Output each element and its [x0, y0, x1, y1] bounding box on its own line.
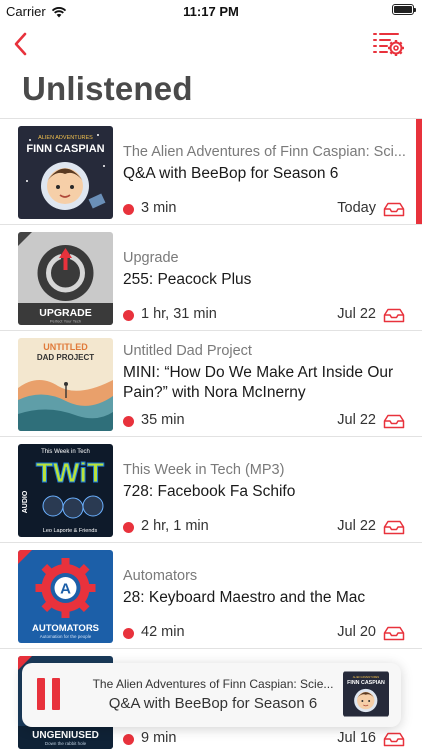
- podcast-name: Automators: [123, 568, 198, 584]
- episode-duration: 35 min: [141, 412, 185, 428]
- podcast-name: This Week in Tech (MP3): [123, 462, 285, 478]
- pause-button[interactable]: [34, 678, 62, 710]
- episode-duration: 3 min: [141, 200, 177, 216]
- pause-icon: [51, 678, 60, 710]
- finn-caspian-art-icon: ALIEN ADVENTURES FINN CASPIAN: [18, 126, 113, 219]
- podcast-artwork: ALIEN ADVENTURES FINN CASPIAN: [18, 126, 113, 219]
- now-playing-artwork[interactable]: ALIEN ADVENTURES FINN CASPIAN: [343, 671, 389, 717]
- list-settings-button[interactable]: [372, 30, 404, 58]
- podcast-artwork: UNTITLED DAD PROJECT: [18, 338, 113, 431]
- inbox-tray-icon[interactable]: [383, 520, 405, 535]
- episode-title: 255: Peacock Plus: [123, 271, 252, 288]
- svg-text:DAD PROJECT: DAD PROJECT: [37, 353, 94, 362]
- inbox-tray-icon[interactable]: [383, 732, 405, 747]
- episode-title: Q&A with BeeBop for Season 6: [123, 165, 339, 182]
- svg-text:FINN CASPIAN: FINN CASPIAN: [347, 680, 385, 686]
- episode-row[interactable]: UNTITLED DAD PROJECT Untitled Dad Projec…: [0, 330, 422, 436]
- episode-row[interactable]: This Week in Tech TWiT AUDIO Leo Laporte…: [0, 436, 422, 542]
- episode-duration: 42 min: [141, 624, 185, 640]
- podcast-name: Upgrade: [123, 250, 179, 266]
- episode-date: Jul 22: [337, 518, 376, 534]
- episode-row[interactable]: A AUTOMATORS Automation for the people A…: [0, 542, 422, 648]
- svg-text:AUTOMATORS: AUTOMATORS: [32, 623, 99, 634]
- unplayed-dot-icon: [123, 734, 134, 745]
- mini-player[interactable]: The Alien Adventures of Finn Caspian: Sc…: [22, 663, 401, 727]
- status-bar: Carrier 11:17 PM: [0, 0, 422, 22]
- svg-text:TWiT: TWiT: [36, 457, 104, 488]
- episode-duration: 9 min: [141, 730, 177, 746]
- svg-text:ALIEN ADVENTURES: ALIEN ADVENTURES: [38, 135, 93, 141]
- svg-text:Perfect Your Tech: Perfect Your Tech: [50, 319, 81, 324]
- episode-duration: 1 hr, 31 min: [141, 306, 217, 322]
- inbox-tray-icon[interactable]: [383, 414, 405, 429]
- status-right: [392, 4, 416, 15]
- episode-row[interactable]: ALIEN ADVENTURES FINN CASPIAN The Alien …: [0, 118, 422, 225]
- svg-text:UNTITLED: UNTITLED: [43, 342, 88, 352]
- battery-fill: [394, 6, 412, 13]
- episode-date: Today: [337, 200, 376, 216]
- list-settings-icon: [373, 33, 404, 56]
- svg-text:This Week in Tech: This Week in Tech: [41, 449, 90, 455]
- episode-title: 728: Facebook Fa Schifo: [123, 483, 296, 500]
- finn-caspian-art-icon: ALIEN ADVENTURES FINN CASPIAN: [343, 671, 389, 717]
- pause-icon: [36, 678, 45, 710]
- svg-text:UNGENIUSED: UNGENIUSED: [32, 730, 99, 741]
- svg-text:AUDIO: AUDIO: [22, 490, 29, 513]
- page-title: Unlistened: [22, 70, 193, 107]
- svg-text:Automation for the people: Automation for the people: [40, 634, 92, 639]
- untitled-dad-project-art-icon: UNTITLED DAD PROJECT: [18, 338, 113, 431]
- episode-date: Jul 22: [337, 412, 376, 428]
- podcast-artwork: A AUTOMATORS Automation for the people: [18, 550, 113, 643]
- unplayed-dot-icon: [123, 628, 134, 639]
- svg-text:Down the rabbit hole: Down the rabbit hole: [45, 741, 87, 746]
- battery-icon: [392, 4, 416, 15]
- podcast-artwork: This Week in Tech TWiT AUDIO Leo Laporte…: [18, 444, 113, 537]
- podcast-name: The Alien Adventures of Finn Caspian: Sc…: [123, 144, 406, 160]
- svg-text:Leo Laporte & Friends: Leo Laporte & Friends: [43, 528, 98, 534]
- episode-row[interactable]: UPGRADE Perfect Your Tech Upgrade 255: P…: [0, 224, 422, 330]
- twit-art-icon: This Week in Tech TWiT AUDIO Leo Laporte…: [18, 444, 113, 537]
- podcast-name: Untitled Dad Project: [123, 343, 252, 359]
- podcast-artwork: UPGRADE Perfect Your Tech: [18, 232, 113, 325]
- chevron-left-icon: [14, 32, 27, 56]
- episode-date: Jul 20: [337, 624, 376, 640]
- unplayed-dot-icon: [123, 310, 134, 321]
- episode-title: MINI: “How Do We Make Art Inside Our Pai…: [123, 364, 394, 401]
- now-playing-marker: [416, 119, 422, 225]
- episode-title: 28: Keyboard Maestro and the Mac: [123, 589, 366, 606]
- unplayed-dot-icon: [123, 204, 134, 215]
- svg-text:UPGRADE: UPGRADE: [39, 307, 92, 319]
- episode-date: Jul 16: [337, 730, 376, 746]
- episode-list: ALIEN ADVENTURES FINN CASPIAN The Alien …: [0, 118, 422, 750]
- upgrade-art-icon: UPGRADE Perfect Your Tech: [18, 232, 113, 325]
- nav-bar: [0, 24, 422, 64]
- svg-text:FINN CASPIAN: FINN CASPIAN: [26, 143, 104, 155]
- inbox-tray-icon[interactable]: [383, 202, 405, 217]
- status-time: 11:17 PM: [183, 4, 239, 19]
- episode-date: Jul 22: [337, 306, 376, 322]
- inbox-tray-icon[interactable]: [383, 308, 405, 323]
- unplayed-dot-icon: [123, 522, 134, 533]
- back-button[interactable]: [8, 30, 32, 58]
- unplayed-dot-icon: [123, 416, 134, 427]
- episode-duration: 2 hr, 1 min: [141, 518, 209, 534]
- now-playing-podcast: The Alien Adventures of Finn Caspian: Sc…: [92, 677, 334, 691]
- svg-text:ALIEN ADVENTURES: ALIEN ADVENTURES: [353, 675, 380, 679]
- automators-art-icon: A AUTOMATORS Automation for the people: [18, 550, 113, 643]
- inbox-tray-icon[interactable]: [383, 626, 405, 641]
- now-playing-title: Q&A with BeeBop for Season 6: [108, 695, 318, 712]
- svg-text:A: A: [60, 581, 71, 598]
